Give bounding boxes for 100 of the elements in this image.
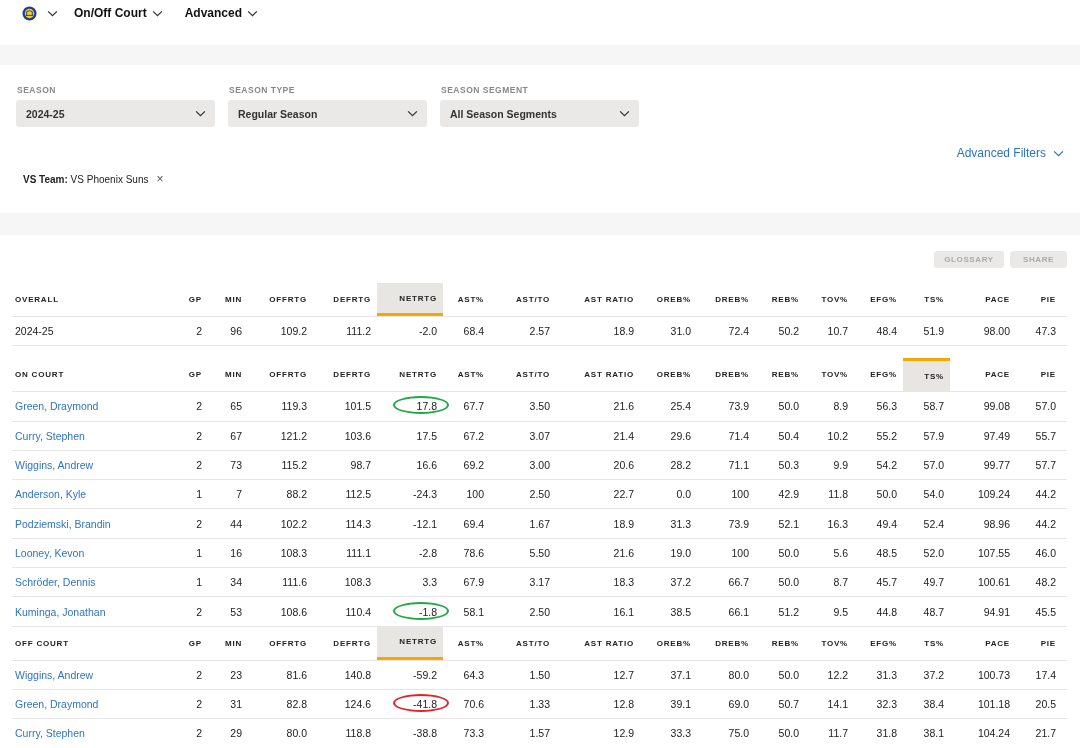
column-header[interactable]: REB% [755, 283, 805, 316]
table-cell: 29 [230, 727, 242, 740]
player-link[interactable]: Schröder, Dennis [15, 576, 96, 589]
table-cell: 67.7 [463, 400, 484, 413]
column-header[interactable]: DEFRTG [313, 283, 377, 316]
column-header[interactable]: TOV% [805, 358, 854, 392]
table-cell: 11.8 [828, 488, 848, 501]
filter-dropdown[interactable]: All Season Segments [440, 100, 639, 127]
column-header[interactable]: AST% [443, 283, 490, 316]
table-cell: 50.4 [778, 429, 799, 442]
table-cell: 23 [230, 668, 242, 681]
column-header[interactable]: MIN [208, 626, 248, 660]
column-header[interactable]: EFG% [854, 626, 903, 660]
player-link[interactable]: Green, Draymond [15, 400, 99, 413]
table-cell: -38.8 [413, 727, 437, 740]
column-header[interactable]: OFFRTG [248, 626, 313, 660]
team-menu[interactable] [22, 5, 58, 21]
column-header[interactable]: AST RATIO [556, 626, 640, 660]
column-header[interactable]: PACE [950, 283, 1016, 316]
column-header[interactable]: PACE [950, 358, 1016, 392]
column-header[interactable]: OFF COURT [12, 626, 168, 660]
table-cell: 48.5 [876, 546, 897, 559]
column-header[interactable]: TS% [903, 358, 950, 392]
column-header[interactable]: NETRTG [377, 283, 443, 316]
filter-dropdown[interactable]: 2024-25 [16, 100, 215, 127]
column-header[interactable]: TS% [903, 283, 950, 316]
filter-dropdown[interactable]: Regular Season [228, 100, 427, 127]
nav-dropdown[interactable]: On/Off Court [66, 6, 169, 20]
column-header[interactable]: TOV% [805, 626, 854, 660]
column-header[interactable]: DEFRTG [313, 358, 377, 392]
column-header[interactable]: TS% [903, 626, 950, 660]
column-header[interactable]: OREB% [640, 358, 697, 392]
player-link[interactable]: Looney, Kevon [15, 546, 85, 559]
column-header[interactable]: AST RATIO [556, 283, 640, 316]
column-header[interactable]: DREB% [697, 283, 755, 316]
column-header[interactable]: AST/TO [490, 283, 556, 316]
table-cell: 28.2 [670, 459, 691, 472]
close-button[interactable]: × [156, 173, 164, 185]
column-header[interactable]: TOV% [805, 283, 854, 316]
player-link[interactable]: Wiggins, Andrew [15, 668, 94, 681]
table-cell: 50.0 [778, 400, 799, 413]
table-cell: 65 [230, 400, 242, 413]
column-header[interactable]: GP [168, 626, 208, 660]
column-header[interactable]: PIE [1016, 358, 1062, 392]
advanced-filters-link[interactable]: Advanced Filters [956, 146, 1064, 160]
player-link[interactable]: Podziemski, Brandin [15, 517, 111, 530]
column-header[interactable]: MIN [208, 283, 248, 316]
column-header[interactable]: NETRTG [377, 358, 443, 392]
column-header[interactable]: AST% [443, 626, 490, 660]
table-cell: 98.7 [350, 459, 371, 472]
column-header[interactable]: GP [168, 283, 208, 316]
table-cell: 81.6 [286, 668, 307, 681]
table-cell: 52.1 [778, 517, 799, 530]
table-cell: 67.9 [463, 576, 484, 589]
player-link[interactable]: Kuminga, Jonathan [15, 605, 106, 618]
table-cell: 9.5 [833, 605, 848, 618]
column-header[interactable]: OFFRTG [248, 283, 313, 316]
column-header[interactable]: ON COURT [12, 358, 168, 392]
column-header[interactable]: DREB% [697, 626, 755, 660]
column-header[interactable]: OVERALL [12, 283, 168, 316]
player-link[interactable]: Curry, Stephen [15, 429, 85, 442]
column-header[interactable]: DEFRTG [313, 626, 377, 660]
table-cell: 31.3 [876, 668, 897, 681]
column-header[interactable]: PIE [1016, 283, 1062, 316]
column-header[interactable]: REB% [755, 626, 805, 660]
table-cell: 37.2 [923, 668, 944, 681]
column-header[interactable]: EFG% [854, 358, 903, 392]
table-cell: 50.2 [778, 325, 799, 338]
table-cell: 50.0 [778, 546, 799, 559]
table-cell: 140.8 [344, 668, 371, 681]
column-header[interactable]: EFG% [854, 283, 903, 316]
table-cell: 1 [196, 488, 202, 501]
table-cell: 108.3 [280, 546, 307, 559]
column-header[interactable]: MIN [208, 358, 248, 392]
column-header[interactable]: PACE [950, 626, 1016, 660]
table-cell: 70.6 [463, 698, 484, 711]
table-cell: 121.2 [280, 429, 307, 442]
table-cell: 101.5 [344, 400, 371, 413]
column-header[interactable]: DREB% [697, 358, 755, 392]
table-cell: 48.2 [1035, 576, 1056, 589]
column-header[interactable]: PIE [1016, 626, 1062, 660]
column-header[interactable]: NETRTG [377, 626, 443, 660]
player-link[interactable]: Anderson, Kyle [15, 488, 87, 501]
nav-dropdown[interactable]: Advanced [176, 6, 264, 20]
column-header[interactable]: GP [168, 358, 208, 392]
player-link[interactable]: Curry, Stephen [15, 727, 85, 740]
column-header[interactable]: REB% [755, 358, 805, 392]
player-link[interactable]: Green, Draymond [15, 698, 99, 711]
column-header[interactable]: AST RATIO [556, 358, 640, 392]
column-header[interactable]: OFFRTG [248, 358, 313, 392]
column-header[interactable]: AST/TO [490, 626, 556, 660]
column-header[interactable]: OREB% [640, 626, 697, 660]
table-cell: 57.0 [1035, 400, 1056, 413]
column-header[interactable]: AST% [443, 358, 490, 392]
column-header[interactable]: AST/TO [490, 358, 556, 392]
table-cell: 100 [731, 546, 749, 559]
column-header[interactable]: OREB% [640, 283, 697, 316]
table-cell: 50.3 [778, 459, 799, 472]
table-cell: 3.17 [529, 576, 550, 589]
player-link[interactable]: Wiggins, Andrew [15, 459, 94, 472]
